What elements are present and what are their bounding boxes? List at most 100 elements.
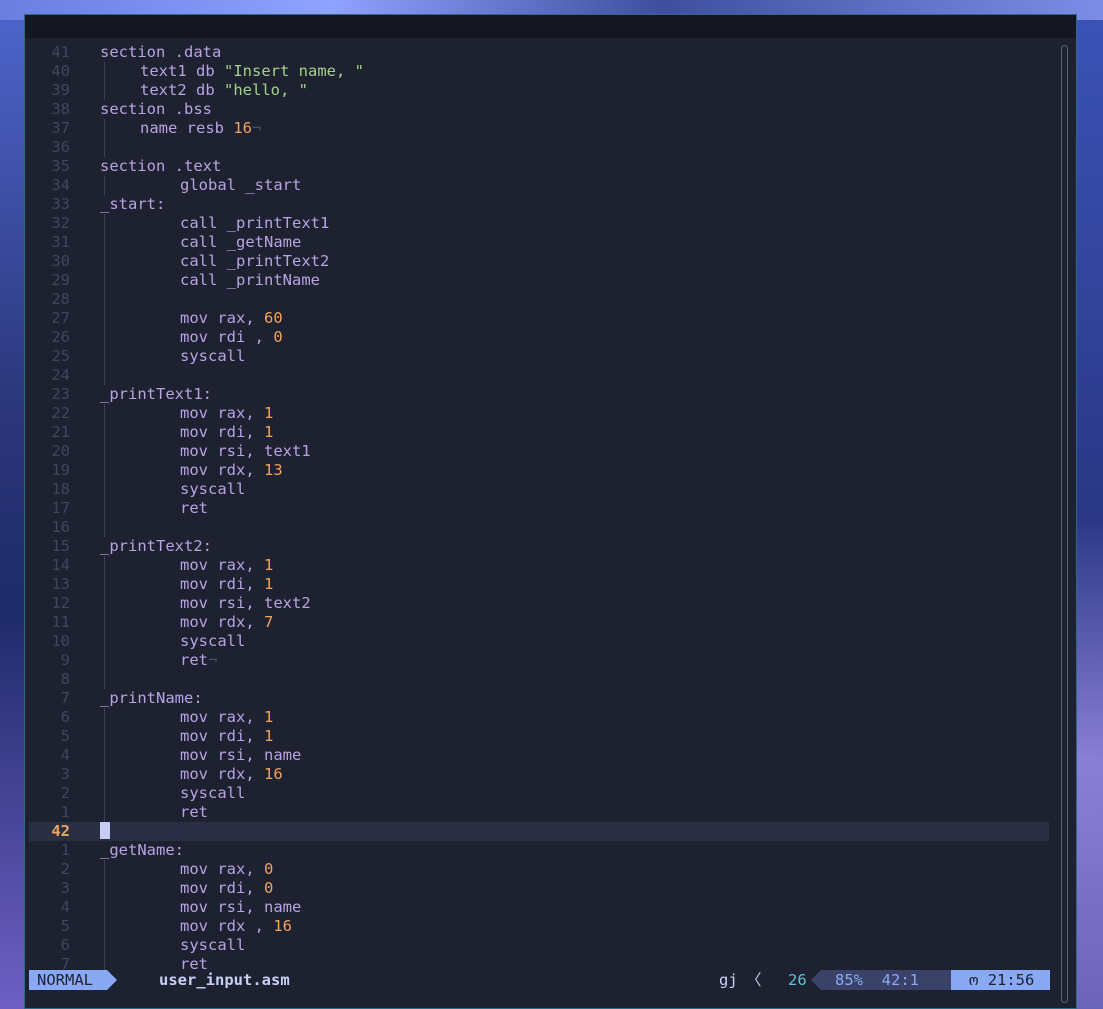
code-line[interactable]: 29 call _printName — [29, 271, 1049, 290]
line-number: 41 — [51, 43, 70, 61]
code-line[interactable]: 2 mov rax, 0 — [29, 860, 1049, 879]
code-line[interactable]: 1 _getName: — [29, 841, 1049, 860]
indent-guide — [104, 119, 105, 138]
code-line[interactable]: 18 syscall — [29, 480, 1049, 499]
branch-count: 26 — [788, 971, 807, 989]
code-token: section .data — [100, 43, 222, 61]
code-line[interactable]: 41 section .data — [29, 43, 1049, 62]
line-number: 21 — [51, 423, 70, 441]
line-number: 8 — [60, 670, 70, 688]
code-token: syscall — [180, 480, 246, 498]
code-text: ret — [180, 803, 208, 822]
number-literal: 13 — [264, 461, 283, 479]
code-line[interactable]: 7 _printName: — [29, 689, 1049, 708]
code-line[interactable]: 40 text1 db "Insert name, " — [29, 62, 1049, 81]
code-line[interactable]: 24 — [29, 366, 1049, 385]
code-line[interactable]: 11 mov rdx, 7 — [29, 613, 1049, 632]
code-text: call _printName — [180, 271, 320, 290]
indent-guide — [104, 594, 105, 613]
code-text: _getName: — [100, 841, 184, 860]
indent-guide — [104, 81, 105, 100]
line-number: 20 — [51, 442, 70, 460]
code-token: mov rdi, — [180, 727, 264, 745]
code-text: call _printText2 — [180, 252, 329, 271]
code-text: mov rdx, 13 — [180, 461, 283, 480]
line-number: 4 — [60, 746, 70, 764]
code-token: ret — [180, 651, 208, 669]
code-line[interactable]: 5 mov rdi, 1 — [29, 727, 1049, 746]
scrollbar[interactable] — [1061, 45, 1068, 1003]
code-line[interactable]: 6 syscall — [29, 936, 1049, 955]
line-number: 3 — [60, 879, 70, 897]
code-line[interactable]: 36 — [29, 138, 1049, 157]
code-line[interactable]: 22 mov rax, 1 — [29, 404, 1049, 423]
code-line[interactable]: 21 mov rdi, 1 — [29, 423, 1049, 442]
code-editor[interactable]: 41 section .data 40 text1 db "Insert name, … — [29, 43, 1049, 983]
code-line[interactable]: 4 mov rsi, name — [29, 898, 1049, 917]
code-line[interactable]: 25 syscall — [29, 347, 1049, 366]
code-line[interactable]: 17 ret — [29, 499, 1049, 518]
indent-guide — [104, 803, 105, 822]
code-line[interactable]: 14 mov rax, 1 — [29, 556, 1049, 575]
indent-guide — [104, 328, 105, 347]
line-number: 6 — [60, 936, 70, 954]
indent-guide — [104, 423, 105, 442]
code-line[interactable]: 10 syscall — [29, 632, 1049, 651]
code-line[interactable]: 38 section .bss — [29, 100, 1049, 119]
code-line[interactable]: 2 syscall — [29, 784, 1049, 803]
code-token: text1 db — [140, 62, 224, 80]
code-line[interactable]: 33 _start: — [29, 195, 1049, 214]
code-line[interactable]: 39 text2 db "hello, " — [29, 81, 1049, 100]
code-token: _start: — [100, 195, 166, 213]
code-line[interactable]: 31 call _getName — [29, 233, 1049, 252]
line-number: 26 — [51, 328, 70, 346]
current-line[interactable]: 42 — [29, 822, 1049, 841]
code-line[interactable]: 3 mov rdi, 0 — [29, 879, 1049, 898]
code-line[interactable]: 5 mov rdx , 16 — [29, 917, 1049, 936]
code-line[interactable]: 4 mov rsi, name — [29, 746, 1049, 765]
code-line[interactable]: 27 mov rax, 60 — [29, 309, 1049, 328]
code-line[interactable]: 3 mov rdx, 16 — [29, 765, 1049, 784]
code-line[interactable]: 9 ret¬ — [29, 651, 1049, 670]
code-token: _printName: — [100, 689, 203, 707]
code-line[interactable]: 13 mov rdi, 1 — [29, 575, 1049, 594]
line-number: 32 — [51, 214, 70, 232]
indent-guide — [104, 347, 105, 366]
indent-guide — [104, 917, 105, 936]
code-text: syscall — [180, 936, 245, 955]
line-number: 1 — [60, 841, 70, 859]
code-line[interactable]: 28 — [29, 290, 1049, 309]
indent-guide — [104, 556, 105, 575]
code-token: mov rdx , — [180, 917, 274, 935]
indent-guide — [104, 936, 105, 955]
number-literal: 7 — [264, 613, 274, 631]
line-number: 3 — [60, 765, 70, 783]
code-text: syscall — [180, 480, 245, 499]
code-line[interactable]: 23 _printText1: — [29, 385, 1049, 404]
code-line[interactable]: 1 ret — [29, 803, 1049, 822]
line-number: 12 — [51, 594, 70, 612]
indent-guide — [104, 290, 105, 309]
code-text: call _getName — [180, 233, 301, 252]
code-line[interactable]: 19 mov rdx, 13 — [29, 461, 1049, 480]
terminal-window[interactable]: 41 section .data 40 text1 db "Insert name, … — [24, 14, 1077, 1009]
code-line[interactable]: 8 — [29, 670, 1049, 689]
code-line[interactable]: 16 — [29, 518, 1049, 537]
code-text: _printText2: — [100, 537, 212, 556]
window-titlebar[interactable] — [25, 15, 1076, 38]
code-line[interactable]: 32 call _printText1 — [29, 214, 1049, 233]
code-line[interactable]: 34 global _start — [29, 176, 1049, 195]
code-line[interactable]: 26 mov rdi , 0 — [29, 328, 1049, 347]
code-line[interactable]: 37 name resb 16¬ — [29, 119, 1049, 138]
code-line[interactable]: 15 _printText2: — [29, 537, 1049, 556]
code-line[interactable]: 20 mov rsi, text1 — [29, 442, 1049, 461]
indent-guide — [104, 613, 105, 632]
line-number: 19 — [51, 461, 70, 479]
line-number: 42 — [51, 822, 70, 840]
code-line[interactable]: 35 section .text — [29, 157, 1049, 176]
code-line[interactable]: 6 mov rax, 1 — [29, 708, 1049, 727]
code-line[interactable]: 12 mov rsi, text2 — [29, 594, 1049, 613]
code-line[interactable]: 30 call _printText2 — [29, 252, 1049, 271]
indent-guide — [104, 233, 105, 252]
line-number: 31 — [51, 233, 70, 251]
